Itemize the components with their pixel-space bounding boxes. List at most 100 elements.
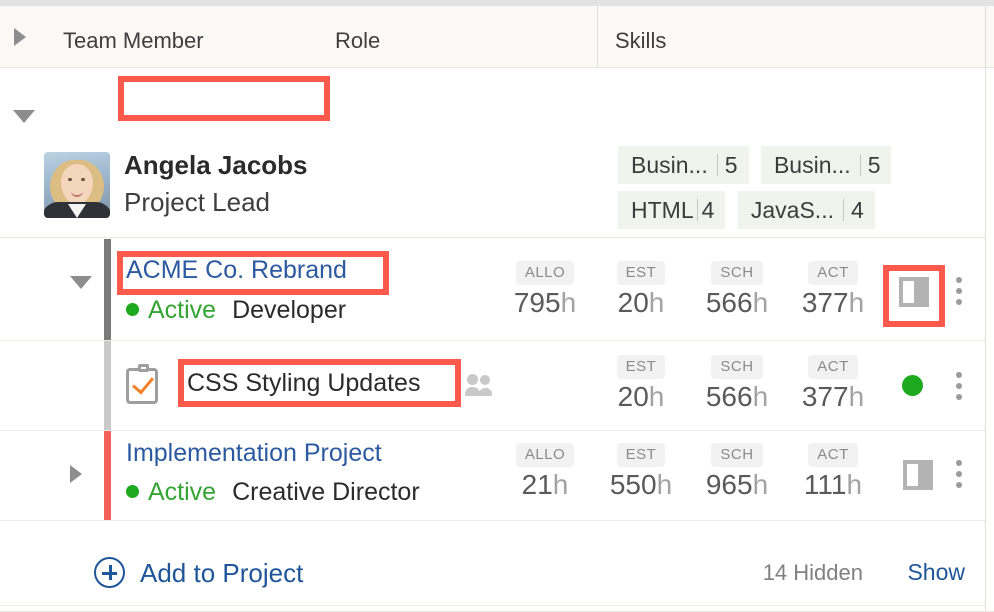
skills-list: Busin... 5 Busin... 5 HTML 4 JavaS... 4	[618, 146, 978, 236]
stat-act: ACT 377h	[795, 261, 871, 319]
project-role: Developer	[232, 296, 346, 324]
skill-level: 5	[868, 152, 881, 179]
avatar-eye-left	[68, 178, 72, 181]
green-status-dot[interactable]	[902, 375, 923, 396]
header-column-divider	[597, 6, 598, 68]
stat-sch: SCH 566h	[699, 261, 775, 319]
task-title[interactable]: CSS Styling Updates	[187, 369, 420, 398]
table-header: Team Member Role Skills	[0, 6, 994, 68]
skill-divider	[697, 199, 698, 221]
skill-chip[interactable]: JavaS... 4	[738, 191, 875, 229]
stat-est: EST 20h	[603, 355, 679, 413]
stat-caption: ACT	[808, 355, 858, 379]
member-name[interactable]: Angela Jacobs	[124, 150, 308, 181]
status-dot-icon	[126, 303, 139, 316]
stat-allo: ALLO 21h	[507, 443, 583, 501]
stat-value: 111h	[795, 469, 871, 501]
triangle-right-icon	[14, 28, 26, 46]
avatar-face	[61, 164, 93, 204]
skill-level: 5	[725, 152, 738, 179]
triangle-down-icon	[70, 276, 92, 289]
plus-circle-icon[interactable]	[94, 557, 125, 588]
stat-caption: EST	[617, 261, 666, 285]
hidden-count-label: 14 Hidden	[763, 560, 863, 586]
stat-caption: ACT	[808, 261, 858, 285]
triangle-right-icon	[70, 465, 82, 483]
project-status: Active	[148, 478, 216, 506]
skill-divider	[717, 154, 718, 176]
stat-caption: ALLO	[516, 443, 574, 467]
stat-sch: SCH 566h	[699, 355, 775, 413]
stat-value: 566h	[699, 381, 775, 413]
skill-divider	[860, 154, 861, 176]
skill-level: 4	[702, 197, 715, 224]
skill-name: Busin...	[774, 152, 851, 179]
stat-value: 965h	[699, 469, 775, 501]
header-expand-all-toggle[interactable]	[14, 28, 34, 50]
stat-caption: SCH	[711, 443, 762, 467]
stat-act: ACT 377h	[795, 355, 871, 413]
stat-est: EST 550h	[603, 443, 679, 501]
task-row-css-styling-updates: CSS Styling Updates EST 20h SCH 566h ACT…	[0, 341, 985, 431]
kebab-menu-icon[interactable]	[956, 372, 962, 400]
skill-name: Busin...	[631, 152, 708, 179]
project-title-link[interactable]: ACME Co. Rebrand	[126, 256, 347, 285]
project-expand-toggle[interactable]	[70, 465, 82, 483]
stat-value: 20h	[603, 381, 679, 413]
project-status-line: Active Developer	[126, 296, 346, 325]
column-header-skills[interactable]: Skills	[615, 28, 666, 54]
stat-value: 550h	[603, 469, 679, 501]
half-filled-square-icon[interactable]	[903, 460, 933, 490]
member-collapse-toggle[interactable]	[13, 110, 35, 123]
skill-name: JavaS...	[751, 197, 834, 224]
people-icon[interactable]	[465, 374, 493, 396]
clipboard-check-icon	[126, 368, 158, 404]
skill-chip[interactable]: Busin... 5	[618, 146, 749, 184]
show-hidden-link[interactable]: Show	[907, 559, 965, 586]
stat-value: 377h	[795, 381, 871, 413]
stat-caption: EST	[617, 355, 666, 379]
kebab-menu-icon[interactable]	[956, 277, 962, 305]
stat-act: ACT 111h	[795, 443, 871, 501]
stat-value: 20h	[603, 287, 679, 319]
stat-allo: ALLO 795h	[507, 261, 583, 319]
skill-chip[interactable]: Busin... 5	[761, 146, 892, 184]
project-color-bar	[104, 431, 111, 520]
kebab-menu-icon[interactable]	[956, 460, 962, 488]
stat-est: EST 20h	[603, 261, 679, 319]
stat-caption: SCH	[711, 355, 762, 379]
column-header-team-member[interactable]: Team Member	[63, 28, 204, 54]
avatar[interactable]	[44, 152, 110, 218]
add-to-project-button[interactable]: Add to Project	[140, 558, 303, 589]
stat-caption: SCH	[711, 261, 762, 285]
project-status: Active	[148, 296, 216, 324]
check-mark	[132, 371, 154, 394]
column-header-role[interactable]: Role	[335, 28, 380, 54]
project-row-acme: ACME Co. Rebrand Active Developer ALLO 79…	[0, 239, 985, 341]
avatar-eye-right	[81, 178, 85, 181]
skill-chip[interactable]: HTML 4	[618, 191, 725, 229]
stat-sch: SCH 965h	[699, 443, 775, 501]
stat-caption: ACT	[808, 443, 858, 467]
skill-level: 4	[851, 197, 864, 224]
triangle-down-icon	[13, 110, 35, 123]
project-collapse-toggle[interactable]	[70, 276, 92, 289]
member-role: Project Lead	[124, 187, 270, 218]
clipboard-clip	[138, 364, 149, 372]
stat-value: 21h	[507, 469, 583, 501]
stat-caption: EST	[617, 443, 666, 467]
project-status-line: Active Creative Director	[126, 478, 420, 507]
stat-value: 795h	[507, 287, 583, 319]
half-filled-square-icon[interactable]	[899, 277, 929, 307]
task-color-bar	[104, 341, 111, 430]
skill-divider	[843, 199, 844, 221]
team-member-project-table: Team Member Role Skills Angela Jacobs Pr…	[0, 0, 994, 612]
project-role: Creative Director	[232, 478, 420, 506]
stat-value: 377h	[795, 287, 871, 319]
stat-caption: ALLO	[516, 261, 574, 285]
stat-value: 566h	[699, 287, 775, 319]
skill-name: HTML	[631, 197, 694, 224]
team-member-row: Angela Jacobs Project Lead Busin... 5 Bu…	[0, 68, 985, 238]
project-title-link[interactable]: Implementation Project	[126, 439, 382, 468]
status-dot-icon	[126, 485, 139, 498]
